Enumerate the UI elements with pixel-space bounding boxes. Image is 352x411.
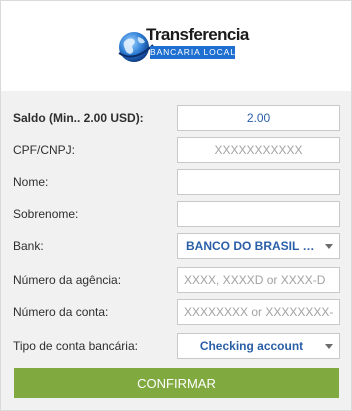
nome-label: Nome: <box>13 175 49 189</box>
tipo-label: Tipo de conta bancária: <box>13 339 138 353</box>
bank-select[interactable]: BANCO DO BRASIL S.A. <box>177 233 340 259</box>
saldo-label: Saldo (Min.. 2.00 USD): <box>13 111 144 125</box>
agencia-field-box <box>177 267 340 293</box>
logo-title: Transferencia <box>146 25 249 44</box>
account-type-selected-value: Checking account <box>199 339 304 353</box>
row-nome: Nome: <box>1 169 351 195</box>
nome-input[interactable] <box>178 170 339 194</box>
saldo-field-box <box>177 105 340 131</box>
row-cpf: CPF/CNPJ: <box>1 137 351 163</box>
payment-form-window: Transferencia BANCARIA LOCAL Saldo (Min.… <box>0 0 352 411</box>
sobrenome-input[interactable] <box>178 202 339 226</box>
cpf-field-box <box>177 137 340 163</box>
sobrenome-field-box <box>177 201 340 227</box>
conta-input[interactable] <box>178 300 339 324</box>
sobrenome-label: Sobrenome: <box>13 207 79 221</box>
bank-label: Bank: <box>13 239 44 253</box>
cpf-label: CPF/CNPJ: <box>13 143 76 157</box>
nome-field-box <box>177 169 340 195</box>
chevron-down-icon <box>325 244 333 249</box>
bank-selected-value: BANCO DO BRASIL S.A. <box>186 239 317 253</box>
confirm-button[interactable]: CONFIRMAR <box>14 368 339 398</box>
row-tipo: Tipo de conta bancária: Checking account <box>1 333 351 359</box>
conta-label: Número da conta: <box>13 305 109 319</box>
cpf-input[interactable] <box>178 138 339 162</box>
agencia-label: Número da agência: <box>13 273 122 287</box>
row-saldo: Saldo (Min.. 2.00 USD): <box>1 105 351 131</box>
row-agencia: Número da agência: <box>1 267 351 293</box>
logo-subtitle: BANCARIA LOCAL <box>150 46 236 59</box>
row-sobrenome: Sobrenome: <box>1 201 351 227</box>
row-bank: Bank: BANCO DO BRASIL S.A. <box>1 233 351 259</box>
agencia-input[interactable] <box>178 268 339 292</box>
chevron-down-icon <box>325 344 333 349</box>
row-conta: Número da conta: <box>1 299 351 325</box>
conta-field-box <box>177 299 340 325</box>
logo: Transferencia BANCARIA LOCAL <box>116 25 249 67</box>
header: Transferencia BANCARIA LOCAL <box>1 1 351 91</box>
saldo-input[interactable] <box>178 106 339 130</box>
account-type-select[interactable]: Checking account <box>177 333 340 359</box>
